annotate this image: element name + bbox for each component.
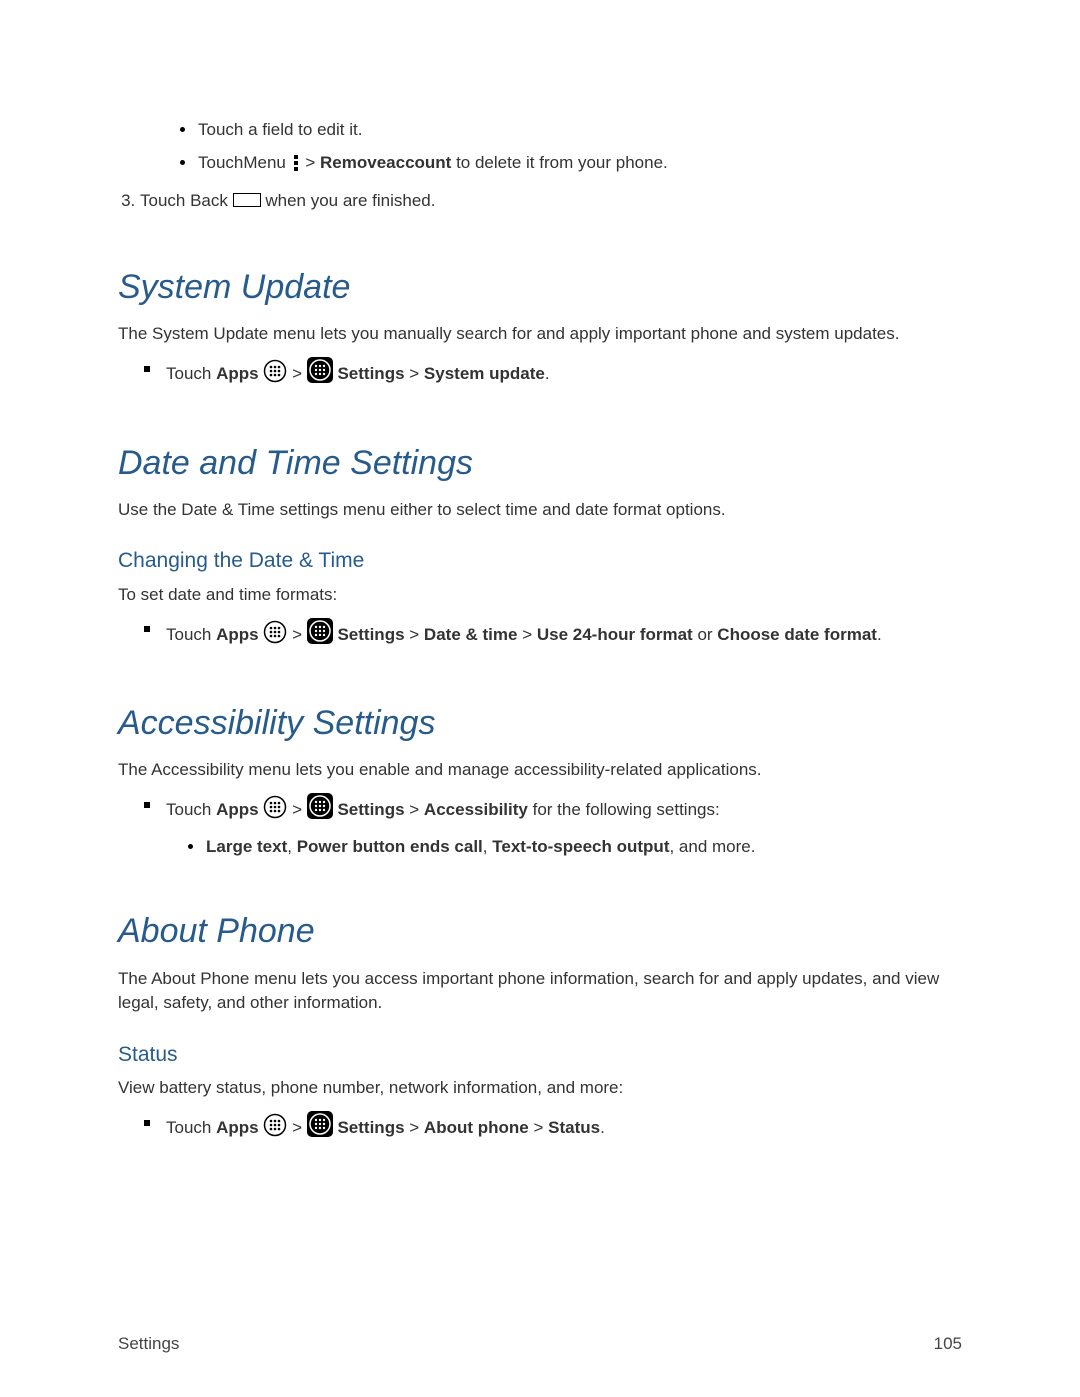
heading-system-update: System Update (118, 263, 962, 312)
text: Touch (166, 625, 211, 644)
intro-step-3: Touch Back when you are finished. (118, 189, 962, 215)
text: Touch (166, 1118, 211, 1137)
status-intro: View battery status, phone number, netwo… (118, 1076, 962, 1101)
apps-filled-icon (307, 1111, 333, 1145)
status-nav-path: Touch Apps > (166, 1111, 962, 1145)
apps-label: Apps (216, 625, 259, 644)
period: . (600, 1118, 605, 1137)
accessibility-options-list: Large text, Power button ends call, Text… (166, 835, 962, 860)
use-24h-label: Use 24-hour format (537, 625, 693, 644)
intro-bullet-edit-field: Touch a field to edit it. (198, 118, 962, 143)
apps-filled-icon (307, 618, 333, 652)
power-ends-call-label: Power button ends call (297, 837, 483, 856)
remove-account-label: Removeaccount (320, 153, 451, 172)
text: > (409, 364, 424, 383)
settings-label: Settings (337, 800, 404, 819)
footer-page-number: 105 (934, 1332, 962, 1357)
system-update-nav-path: Touch Apps > (166, 357, 962, 391)
apps-circle-icon (263, 620, 287, 652)
text: > (305, 153, 320, 172)
apps-circle-icon (263, 795, 287, 827)
settings-label: Settings (337, 1118, 404, 1137)
apps-filled-icon (307, 793, 333, 827)
text: > (522, 625, 537, 644)
text: Touch (166, 364, 211, 383)
text: or (697, 625, 717, 644)
text: > (292, 364, 307, 383)
text: > (533, 1118, 548, 1137)
accessibility-options: Large text, Power button ends call, Text… (206, 835, 962, 860)
apps-label: Apps (216, 1118, 259, 1137)
tts-label: Text-to-speech output (492, 837, 669, 856)
choose-date-format-label: Choose date format (717, 625, 877, 644)
accessibility-nav-path: Touch Apps > (166, 793, 962, 859)
text: > (409, 800, 424, 819)
subheading-status: Status (118, 1040, 962, 1070)
apps-label: Apps (216, 364, 259, 383)
date-time-nav-list: Touch Apps > (118, 618, 962, 652)
settings-label: Settings (337, 625, 404, 644)
intro-bullet-remove-account: TouchMenu > Removeaccount to delete it f… (198, 151, 962, 180)
text: > (409, 625, 424, 644)
accessibility-label: Accessibility (424, 800, 528, 819)
back-icon (233, 190, 261, 215)
step-back: Touch Back when you are finished. (140, 189, 962, 215)
heading-date-time: Date and Time Settings (118, 439, 962, 488)
text: , (483, 837, 492, 856)
text: > (292, 625, 307, 644)
apps-circle-icon (263, 1113, 287, 1145)
footer-section-name: Settings (118, 1332, 179, 1357)
settings-label: Settings (337, 364, 404, 383)
heading-accessibility: Accessibility Settings (118, 699, 962, 748)
text: > (409, 1118, 424, 1137)
system-update-label: System update (424, 364, 545, 383)
text: Touch a field to edit it. (198, 120, 362, 139)
apps-label: Apps (216, 800, 259, 819)
menu-overflow-icon (291, 154, 301, 180)
large-text-label: Large text (206, 837, 287, 856)
status-label: Status (548, 1118, 600, 1137)
date-time-label: Date & time (424, 625, 518, 644)
text: , (287, 837, 296, 856)
page-footer: Settings 105 (118, 1332, 962, 1357)
period: . (877, 625, 882, 644)
period: . (545, 364, 550, 383)
document-page: Touch a field to edit it. TouchMenu > Re… (0, 0, 1080, 1397)
heading-about-phone: About Phone (118, 907, 962, 956)
text: , and more. (669, 837, 755, 856)
date-time-intro: To set date and time formats: (118, 583, 962, 608)
text: when you are finished. (265, 191, 435, 210)
text: > (292, 800, 307, 819)
apps-circle-icon (263, 359, 287, 391)
accessibility-nav-list: Touch Apps > (118, 793, 962, 859)
text: for the following settings: (533, 800, 720, 819)
text: Touch Back (140, 191, 228, 210)
system-update-nav-list: Touch Apps > (118, 357, 962, 391)
system-update-desc: The System Update menu lets you manually… (118, 322, 962, 347)
subheading-changing-date-time: Changing the Date & Time (118, 546, 962, 576)
apps-filled-icon (307, 357, 333, 391)
text: TouchMenu (198, 153, 286, 172)
date-time-desc: Use the Date & Time settings menu either… (118, 498, 962, 523)
status-nav-list: Touch Apps > (118, 1111, 962, 1145)
date-time-nav-path: Touch Apps > (166, 618, 962, 652)
about-phone-label: About phone (424, 1118, 529, 1137)
text: to delete it from your phone. (456, 153, 668, 172)
about-phone-desc: The About Phone menu lets you access imp… (118, 967, 962, 1016)
text: Touch (166, 800, 211, 819)
accessibility-desc: The Accessibility menu lets you enable a… (118, 758, 962, 783)
text: > (292, 1118, 307, 1137)
intro-sub-bullets: Touch a field to edit it. TouchMenu > Re… (118, 118, 962, 179)
